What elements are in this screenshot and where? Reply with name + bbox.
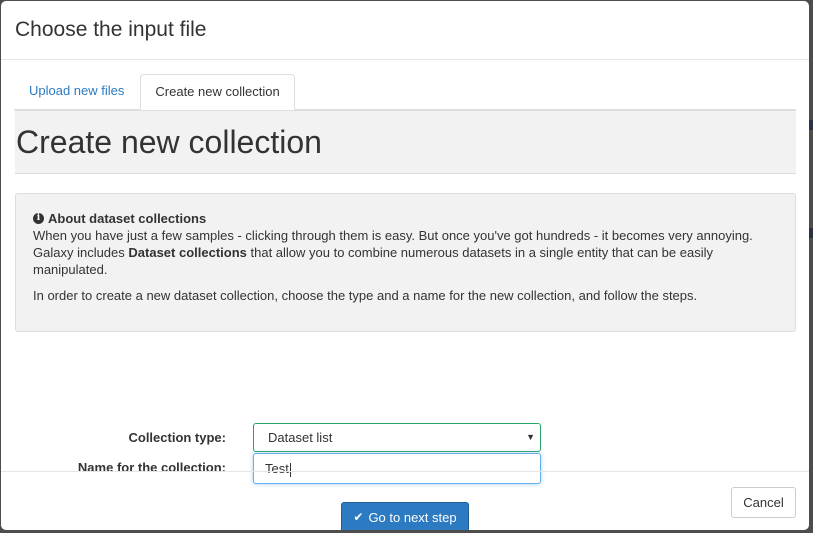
info-circle-icon: i (33, 213, 44, 224)
collection-type-select[interactable]: Dataset list ▼ (253, 423, 541, 452)
tab-create-new-collection[interactable]: Create new collection (140, 74, 295, 110)
info-paragraph: When you have just a few samples - click… (33, 227, 778, 278)
modal-dialog: Choose the input file Upload new files C… (1, 1, 809, 530)
tab-bar: Upload new files Create new collection (14, 74, 796, 110)
tab-upload-new-files[interactable]: Upload new files (15, 74, 138, 109)
collection-type-value: Dataset list (268, 430, 333, 445)
chevron-down-icon: ▼ (526, 432, 535, 442)
info-line1: When you have just a few samples - click… (33, 228, 753, 243)
modal-title: Choose the input file (15, 18, 207, 41)
panel-heading: Create new collection (16, 123, 322, 160)
info-box: i About dataset collections When you hav… (15, 193, 796, 332)
modal-header: Choose the input file (1, 1, 809, 60)
modal-footer: Cancel (1, 471, 809, 530)
panel-header: Create new collection (15, 110, 796, 174)
info-paragraph-2: In order to create a new dataset collect… (33, 288, 698, 303)
collection-type-label: Collection type: (128, 429, 226, 445)
info-heading-text: About dataset collections (48, 211, 207, 226)
info-line2-pre: Galaxy includes (33, 245, 129, 260)
info-line2-bold: Dataset collections (128, 245, 247, 260)
cancel-button[interactable]: Cancel (731, 487, 796, 518)
info-heading: i About dataset collections (33, 210, 778, 227)
modal-body: Upload new files Create new collection C… (1, 74, 809, 530)
